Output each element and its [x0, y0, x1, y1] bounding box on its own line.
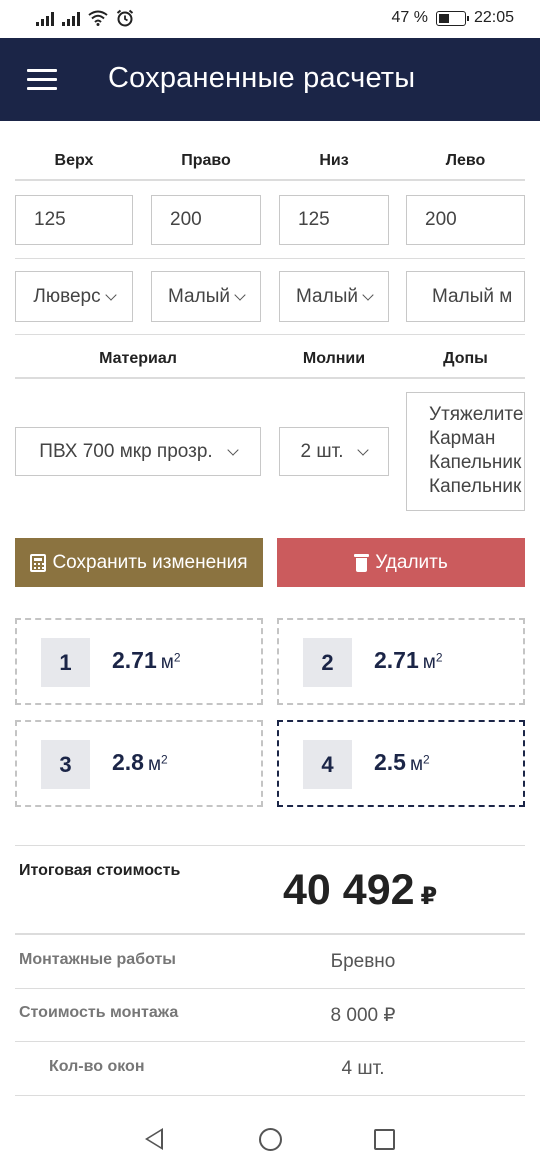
- zippers-label: Молнии: [302, 350, 366, 367]
- area-unit-power: 2: [435, 650, 443, 665]
- window-card-1[interactable]: 1 2.71 м2: [15, 618, 263, 705]
- top-size-input[interactable]: 125: [15, 195, 133, 245]
- area-value: 2.71: [374, 647, 419, 673]
- clock: 22:05: [473, 9, 514, 26]
- extras-option[interactable]: Карман: [429, 427, 524, 451]
- window-area: 2.8 м2: [112, 749, 168, 776]
- windows-count-value: 4 шт.: [341, 1058, 385, 1079]
- chevron-down-icon: [357, 443, 370, 456]
- chevron-down-icon: [234, 288, 246, 301]
- select-value: Малый м: [432, 285, 513, 307]
- area-value: 2.8: [112, 749, 144, 775]
- label-left: Лево: [445, 152, 486, 169]
- right-fastening-select[interactable]: Малый: [151, 271, 261, 322]
- extras-option[interactable]: Капельник: [429, 451, 524, 475]
- chevron-down-icon: [104, 288, 117, 301]
- top-fastening-select[interactable]: Люверс: [15, 271, 133, 322]
- total-cost-value: 40 492 ₽: [283, 866, 437, 915]
- status-bar: 47 % 22:05: [0, 0, 540, 38]
- select-value: Малый: [168, 285, 230, 307]
- recent-apps-icon[interactable]: [374, 1129, 395, 1150]
- area-value: 2.71: [112, 647, 157, 673]
- area-unit: м: [409, 754, 424, 775]
- area-unit-power: 2: [161, 752, 168, 767]
- signal-icon: [36, 10, 54, 26]
- material-select[interactable]: ПВХ 700 мкр прозр.: [15, 427, 261, 476]
- installation-works-label: Монтажные работы: [19, 951, 176, 968]
- calculator-icon: [30, 553, 47, 572]
- select-value: 2 шт.: [300, 440, 344, 462]
- total-cost-label: Итоговая стоимость: [19, 862, 181, 879]
- battery-icon: [435, 10, 469, 26]
- label-bottom: Низ: [319, 152, 349, 169]
- save-changes-button[interactable]: Сохранить изменения: [15, 538, 263, 587]
- area-unit: м: [160, 652, 174, 673]
- chevron-down-icon: [362, 288, 374, 301]
- divider: [15, 334, 525, 335]
- bottom-size-input[interactable]: 125: [279, 195, 389, 245]
- zippers-select[interactable]: 2 шт.: [279, 427, 389, 476]
- window-area: 2.5 м2: [374, 749, 430, 776]
- label-right: Право: [181, 152, 231, 169]
- window-card-4[interactable]: 4 2.5 м2: [277, 720, 525, 807]
- alarm-icon: [116, 9, 134, 27]
- divider: [15, 258, 525, 259]
- window-card-2[interactable]: 2 2.71 м2: [277, 618, 525, 705]
- divider: [15, 1041, 525, 1042]
- select-value: Люверс: [33, 285, 101, 307]
- system-nav-bar: [0, 1110, 540, 1170]
- menu-icon[interactable]: [27, 69, 57, 91]
- window-number: 2: [303, 638, 352, 687]
- currency-symbol: ₽: [420, 883, 438, 910]
- divider: [15, 179, 525, 181]
- installation-cost-label: Стоимость монтажа: [19, 1004, 179, 1021]
- window-area: 2.71 м2: [112, 647, 181, 674]
- signal-icon-2: [62, 10, 80, 26]
- app-bar: Сохраненные расчеты: [0, 38, 540, 121]
- area-unit: м: [147, 754, 162, 775]
- select-value: ПВХ 700 мкр прозр.: [39, 440, 213, 462]
- home-icon[interactable]: [259, 1128, 282, 1151]
- material-label: Материал: [99, 350, 177, 367]
- divider: [15, 845, 525, 846]
- select-value: Малый: [296, 285, 358, 307]
- status-icons-right: 47 % 22:05: [391, 9, 514, 27]
- page-title: Сохраненные расчеты: [108, 62, 416, 94]
- battery-percent: 47 %: [391, 9, 428, 26]
- windows-count-label: Кол-во окон: [49, 1058, 145, 1075]
- window-number: 1: [41, 638, 90, 687]
- area-unit-power: 2: [173, 650, 181, 665]
- extras-option[interactable]: Капельник: [429, 475, 524, 499]
- delete-button-label: Удалить: [375, 551, 448, 573]
- window-number: 3: [41, 740, 90, 789]
- installation-cost-value: 8 000 ₽: [330, 1005, 396, 1026]
- area-value: 2.5: [374, 749, 406, 775]
- area-unit: м: [422, 652, 436, 673]
- delete-button[interactable]: Удалить: [277, 538, 525, 587]
- wifi-icon: [88, 10, 108, 26]
- trash-icon: [354, 553, 370, 572]
- save-button-label: Сохранить изменения: [52, 551, 248, 573]
- label-top: Верх: [54, 152, 94, 169]
- chevron-down-icon: [227, 443, 239, 456]
- back-icon[interactable]: [145, 1128, 163, 1150]
- area-unit-power: 2: [423, 752, 430, 767]
- total-amount: 40 492: [283, 866, 415, 914]
- installation-works-value: Бревно: [330, 951, 396, 972]
- extras-option[interactable]: Утяжелите: [429, 403, 524, 427]
- window-area: 2.71 м2: [374, 647, 443, 674]
- divider: [15, 933, 525, 935]
- bottom-fastening-select[interactable]: Малый: [279, 271, 389, 322]
- left-size-input[interactable]: 200: [406, 195, 525, 245]
- left-fastening-select[interactable]: Малый м: [406, 271, 525, 322]
- window-number: 4: [303, 740, 352, 789]
- right-size-input[interactable]: 200: [151, 195, 261, 245]
- divider: [15, 377, 525, 379]
- status-icons-left: [36, 9, 134, 27]
- window-card-3[interactable]: 3 2.8 м2: [15, 720, 263, 807]
- extras-multiselect[interactable]: Утяжелите Карман Капельник Капельник: [406, 392, 525, 511]
- divider: [15, 988, 525, 989]
- extras-label: Допы: [443, 350, 488, 367]
- divider: [15, 1095, 525, 1096]
